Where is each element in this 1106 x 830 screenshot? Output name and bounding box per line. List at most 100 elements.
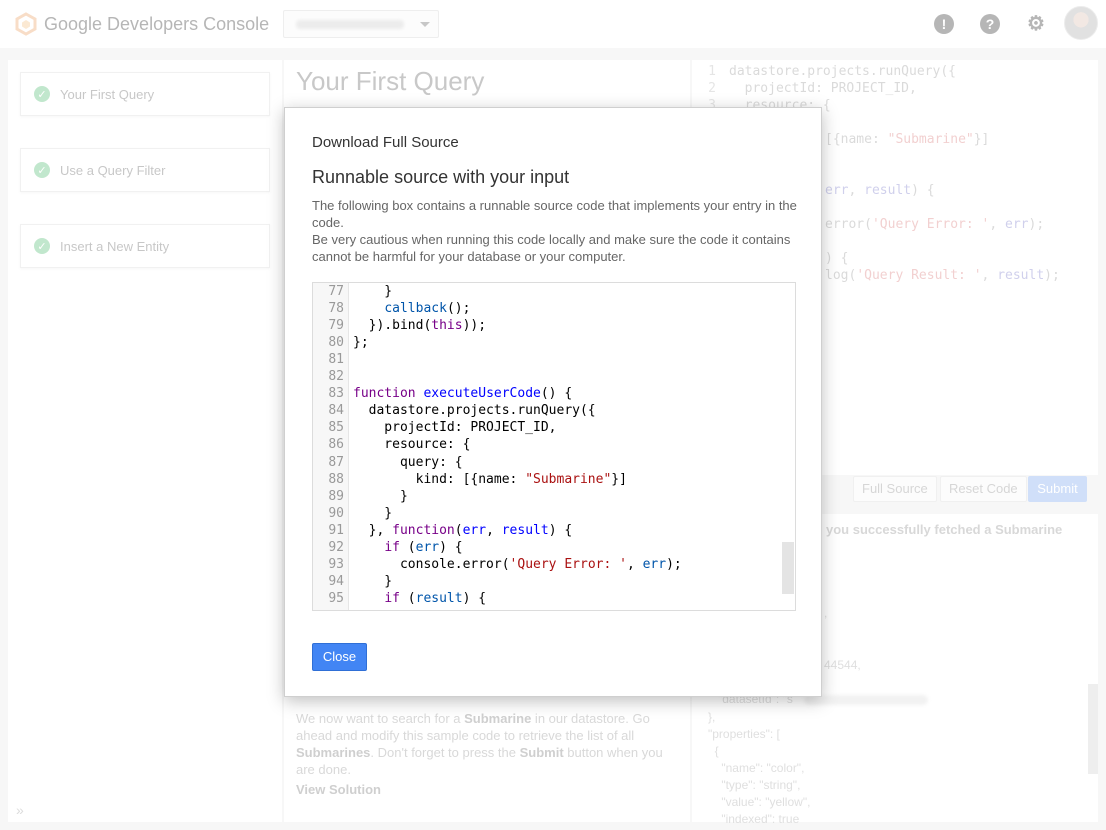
line-number: 84 — [328, 403, 344, 419]
code-token: )); — [462, 318, 487, 334]
code-token: query: { — [353, 454, 463, 470]
line-number: 77 — [328, 284, 344, 299]
code-line: 93 console.error('Query Error: ', err); — [313, 556, 795, 573]
code-text: projectId: PROJECT_ID, — [353, 419, 557, 436]
line-number: 87 — [328, 454, 344, 470]
code-line: 87 query: { — [313, 454, 795, 471]
code-token: ( — [399, 539, 416, 555]
code-token: err — [462, 522, 487, 538]
line-number: 78 — [328, 301, 344, 317]
code-line: 80}; — [313, 334, 795, 351]
code-text: query: { — [353, 454, 463, 471]
dialog-title: Download Full Source — [312, 134, 459, 151]
code-line: 81 — [313, 351, 795, 368]
code-token: result — [415, 590, 463, 606]
code-text: function executeUserCode() { — [353, 385, 572, 402]
code-token: result — [501, 522, 549, 538]
line-number: 94 — [328, 573, 344, 589]
line-number: 90 — [328, 505, 344, 521]
code-token: kind: [{name: — [353, 471, 526, 487]
code-text: console.error('Query Error: ', err); — [353, 556, 682, 573]
code-token: err — [415, 539, 440, 555]
code-text: if (result) { — [353, 590, 486, 607]
line-number: 95 — [328, 590, 344, 606]
line-number: 93 — [328, 556, 344, 572]
code-text: }, function(err, result) { — [353, 522, 573, 539]
code-token: , — [486, 522, 502, 538]
line-number: 80 — [328, 335, 344, 351]
dialog-subtitle: Runnable source with your input — [312, 167, 570, 187]
code-line: 85 projectId: PROJECT_ID, — [313, 419, 795, 436]
code-token: ) { — [439, 539, 463, 555]
code-text: callback(); — [353, 300, 470, 317]
code-token: ) { — [548, 522, 573, 538]
code-token: ( — [454, 522, 463, 538]
code-token: resource: { — [353, 437, 471, 453]
code-token: }, — [353, 522, 393, 538]
code-text: datastore.projects.runQuery({ — [353, 402, 596, 419]
code-text: }; — [353, 334, 369, 351]
code-token: function — [353, 386, 416, 402]
code-line: 82 — [313, 368, 795, 385]
code-line: 89 } — [313, 488, 795, 505]
dialog-description: The following box contains a runnable so… — [312, 197, 802, 265]
line-number: 83 — [328, 386, 344, 402]
code-token: () { — [540, 386, 573, 402]
description-warning: Be very cautious when running this code … — [312, 232, 791, 264]
code-line: 79 }).bind(this)); — [313, 317, 795, 334]
code-line: 88 kind: [{name: "Submarine"}] — [313, 471, 795, 488]
code-line: 94 } — [313, 573, 795, 590]
code-token: callback — [384, 301, 447, 317]
code-line: 86 resource: { — [313, 436, 795, 453]
code-token: (); — [446, 301, 471, 317]
code-token: console.error( — [353, 556, 510, 572]
line-number: 92 — [328, 539, 344, 555]
description-line: The following box contains a runnable so… — [312, 198, 797, 230]
code-text: resource: { — [353, 436, 470, 453]
code-text: }).bind(this)); — [353, 317, 486, 334]
code-scrollbar[interactable] — [782, 542, 794, 594]
code-line: 78 callback(); — [313, 300, 795, 317]
code-line: 91 }, function(err, result) { — [313, 522, 795, 539]
code-line: 92 if (err) { — [313, 539, 795, 556]
code-token: ); — [666, 556, 682, 572]
code-token: } — [353, 284, 393, 299]
line-number: 82 — [328, 369, 344, 385]
code-token: } — [353, 573, 393, 589]
line-number: 88 — [328, 471, 344, 487]
code-token: }).bind( — [353, 318, 432, 334]
code-token: projectId: PROJECT_ID, — [353, 420, 557, 436]
code-text: } — [353, 488, 408, 505]
code-token: executeUserCode — [423, 386, 541, 402]
code-token: ( — [399, 590, 416, 606]
code-text: } — [353, 573, 392, 590]
line-number: 91 — [328, 522, 344, 538]
code-token: err — [642, 556, 667, 572]
code-token: } — [353, 505, 393, 521]
code-token: , — [626, 556, 643, 572]
code-token: }; — [353, 335, 369, 351]
source-code-box[interactable]: 77 } 78 callback(); 79 }).bind(this)); 80};… — [312, 282, 796, 611]
code-token: 'Query Error: ' — [509, 556, 627, 572]
code-token: }] — [611, 471, 627, 487]
code-token: } — [353, 488, 408, 504]
close-button[interactable]: Close — [312, 643, 367, 671]
code-token: if — [384, 539, 400, 555]
line-number: 81 — [328, 352, 344, 368]
code-token: datastore.projects.runQuery({ — [353, 403, 596, 419]
code-text: } — [353, 283, 392, 300]
code-token: this — [431, 318, 463, 334]
code-line: 90 } — [313, 505, 795, 522]
code-text: if (err) { — [353, 539, 463, 556]
code-line: 84 datastore.projects.runQuery({ — [313, 402, 795, 419]
code-token: ) { — [462, 590, 487, 606]
line-number: 89 — [328, 488, 344, 504]
download-source-dialog: Download Full Source Runnable source wit… — [284, 107, 822, 697]
line-number: 86 — [328, 437, 344, 453]
code-token: if — [384, 590, 400, 606]
code-text: } — [353, 505, 392, 522]
code-token: function — [392, 522, 455, 538]
